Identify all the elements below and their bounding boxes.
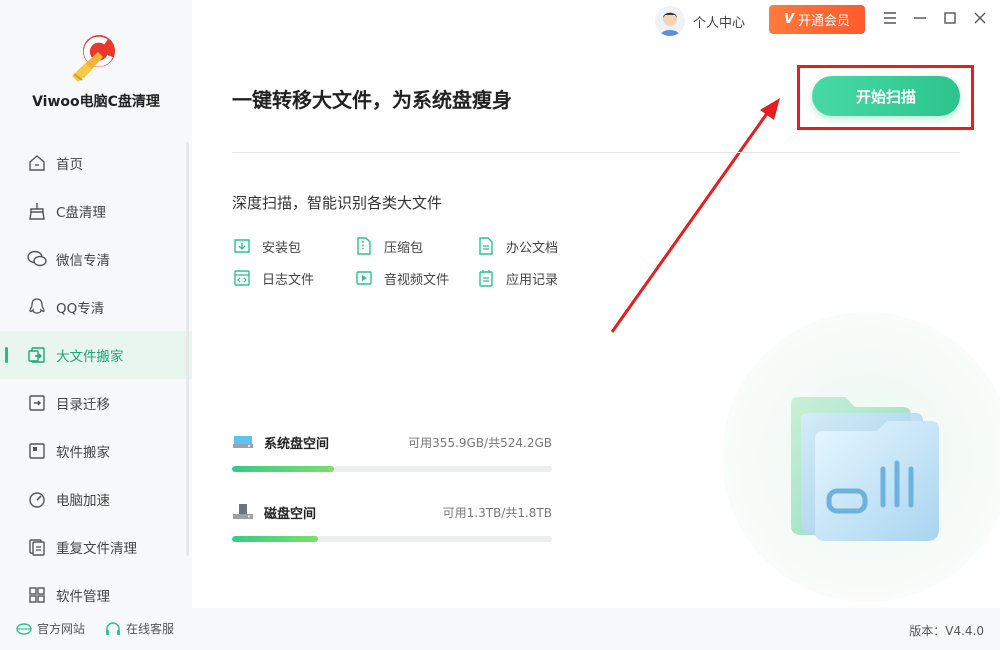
minimize-icon[interactable] bbox=[912, 10, 928, 26]
vip-mark: V bbox=[783, 12, 795, 27]
folder-illustration bbox=[791, 397, 939, 541]
file-type-log: 日志文件 bbox=[232, 268, 314, 288]
sidebar-item-label: 目录迁移 bbox=[56, 397, 110, 413]
file-type-label: 日志文件 bbox=[262, 272, 315, 288]
file-type-zip: 压缩包 bbox=[354, 236, 423, 256]
qq-icon bbox=[27, 297, 47, 317]
sidebar-nav: 首页 C盘清理 微信专清 QQ专清 大文件搬家 目录迁移 软件搬家 电脑加速 重… bbox=[0, 139, 192, 619]
folder-move-icon bbox=[27, 393, 47, 413]
speed-icon bbox=[27, 489, 47, 509]
system-disk-usage: 系统盘空间 可用355.9GB/共524.2GB bbox=[232, 432, 552, 472]
divider bbox=[232, 152, 960, 153]
sidebar-item-qq[interactable]: QQ专清 bbox=[0, 283, 192, 331]
wechat-icon bbox=[27, 249, 47, 269]
disk-icon bbox=[233, 504, 253, 519]
maximize-icon[interactable] bbox=[942, 10, 958, 26]
file-type-label: 应用记录 bbox=[506, 272, 559, 288]
apps-icon bbox=[27, 585, 47, 605]
start-scan-button[interactable]: 开始扫描 bbox=[812, 76, 960, 116]
vip-button[interactable]: V 开通会员 bbox=[769, 5, 865, 34]
disk-info: 可用1.3TB/共1.8TB bbox=[442, 505, 552, 520]
disk-progress-fill bbox=[232, 536, 319, 542]
file-type-label: 安装包 bbox=[262, 240, 302, 256]
media-icon bbox=[354, 268, 374, 288]
zip-icon bbox=[354, 236, 374, 256]
file-move-icon bbox=[27, 345, 47, 365]
software-move-icon bbox=[27, 441, 47, 461]
system-disk-progress bbox=[232, 466, 552, 472]
sidebar-item-label: 首页 bbox=[56, 157, 83, 173]
file-type-media: 音视频文件 bbox=[354, 268, 449, 288]
official-website-link[interactable]: 官方网站 bbox=[16, 620, 85, 637]
page-title: 一键转移大文件，为系统盘瘦身 bbox=[232, 88, 512, 112]
file-type-document: 办公文档 bbox=[476, 236, 558, 256]
duplicate-icon bbox=[27, 537, 47, 557]
sidebar-scrollbar[interactable] bbox=[186, 142, 189, 556]
sidebar: Viwoo电脑C盘清理 首页 C盘清理 微信专清 QQ专清 大文件搬家 目录迁移… bbox=[0, 0, 192, 608]
package-icon bbox=[232, 236, 252, 256]
sidebar-item-label: C盘清理 bbox=[56, 205, 106, 221]
app-record-icon bbox=[476, 268, 496, 288]
headset-icon bbox=[106, 621, 120, 635]
log-icon bbox=[232, 268, 252, 288]
sidebar-item-label: 微信专清 bbox=[56, 253, 110, 269]
sidebar-item-duplicate-clean[interactable]: 重复文件清理 bbox=[0, 523, 192, 571]
version-label: 版本：V4.4.0 bbox=[909, 624, 984, 638]
scan-subtitle: 深度扫描，智能识别各类大文件 bbox=[232, 194, 443, 212]
avatar[interactable] bbox=[655, 6, 685, 36]
sidebar-item-label: 大文件搬家 bbox=[56, 349, 124, 365]
sidebar-item-speed-up[interactable]: 电脑加速 bbox=[0, 475, 192, 523]
system-disk-progress-fill bbox=[232, 466, 335, 472]
pointer-arrow bbox=[610, 98, 780, 333]
globe-icon bbox=[16, 622, 32, 635]
sidebar-item-software-move[interactable]: 软件搬家 bbox=[0, 427, 192, 475]
sidebar-item-label: 重复文件清理 bbox=[56, 541, 137, 557]
sidebar-item-large-file-move[interactable]: 大文件搬家 bbox=[0, 331, 192, 379]
sidebar-item-label: 软件管理 bbox=[56, 589, 110, 605]
avatar-image bbox=[660, 12, 680, 36]
sidebar-item-label: 电脑加速 bbox=[56, 493, 110, 509]
disk-usage: 磁盘空间 可用1.3TB/共1.8TB bbox=[232, 502, 552, 542]
home-icon bbox=[27, 153, 47, 173]
file-type-app-record: 应用记录 bbox=[476, 268, 558, 288]
sidebar-item-label: 软件搬家 bbox=[56, 445, 110, 461]
file-type-label: 压缩包 bbox=[384, 240, 424, 256]
sidebar-item-wechat[interactable]: 微信专清 bbox=[0, 235, 192, 283]
system-disk-name: 系统盘空间 bbox=[264, 436, 330, 452]
online-service-label: 在线客服 bbox=[126, 622, 175, 636]
system-disk-info: 可用355.9GB/共524.2GB bbox=[408, 435, 552, 450]
broom-icon bbox=[27, 201, 47, 221]
menu-icon[interactable] bbox=[882, 10, 898, 26]
file-type-label: 音视频文件 bbox=[384, 272, 450, 288]
file-type-package: 安装包 bbox=[232, 236, 301, 256]
file-type-label: 办公文档 bbox=[506, 240, 559, 256]
sidebar-item-home[interactable]: 首页 bbox=[0, 139, 192, 187]
official-website-label: 官方网站 bbox=[37, 622, 86, 636]
sidebar-item-folder-move[interactable]: 目录迁移 bbox=[0, 379, 192, 427]
app-title: Viwoo电脑C盘清理 bbox=[32, 94, 160, 110]
online-service-link[interactable]: 在线客服 bbox=[105, 620, 174, 637]
system-disk-icon bbox=[233, 436, 253, 448]
close-icon[interactable] bbox=[972, 10, 988, 26]
vip-label: 开通会员 bbox=[798, 14, 851, 29]
sidebar-item-c-clean[interactable]: C盘清理 bbox=[0, 187, 192, 235]
app-logo bbox=[72, 35, 115, 82]
sidebar-item-label: QQ专清 bbox=[56, 301, 105, 317]
disk-name: 磁盘空间 bbox=[264, 506, 317, 522]
profile-center-link[interactable]: 个人中心 bbox=[693, 12, 745, 31]
disk-progress bbox=[232, 536, 552, 542]
document-icon bbox=[476, 236, 496, 256]
